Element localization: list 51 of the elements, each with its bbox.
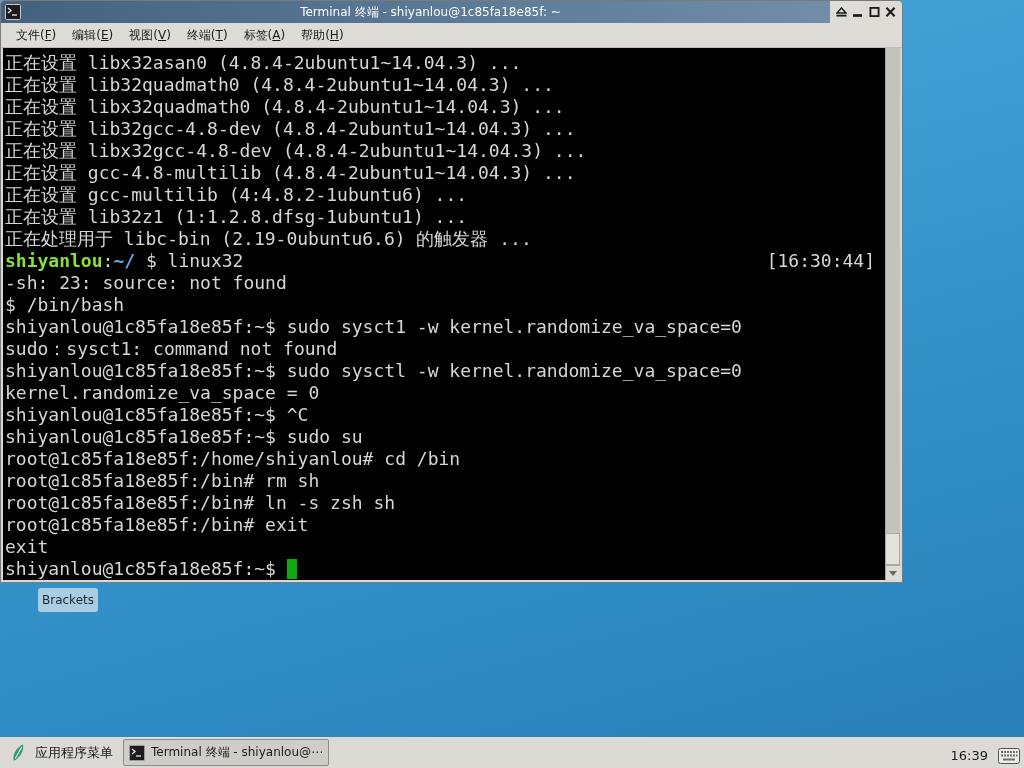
terminal-icon[interactable] xyxy=(5,4,21,20)
terminal-line: $ /bin/bash xyxy=(5,294,125,316)
terminal-line: 正在设置 lib32quadmath0 (4.8.4-2ubuntu1~14.04.3) ... xyxy=(5,74,554,96)
maximize-icon xyxy=(868,7,880,17)
terminal-icon xyxy=(129,744,145,761)
scroll-down-button[interactable] xyxy=(886,565,900,580)
desktop-icon-label[interactable]: Brackets xyxy=(38,588,98,612)
scrollbar-thumb[interactable] xyxy=(886,533,900,565)
terminal-line: root@1c85fa18e85f:/bin# ln -s zsh sh xyxy=(5,492,396,514)
terminal-line: exit xyxy=(5,536,49,558)
down-arrow-icon xyxy=(889,570,897,576)
terminal-line: 正在处理用于 libc-bin (2.19-0ubuntu6.6) 的触发器 ... xyxy=(5,228,532,250)
terminal-line: 正在设置 lib32z1 (1:1.2.8.dfsg-1ubuntu1) ... xyxy=(5,206,468,228)
menu-item[interactable]: 文件(F) xyxy=(8,24,65,46)
terminal-line: 正在设置 lib32gcc-4.8-dev (4.8.4-2ubuntu1~14.04.3) ... xyxy=(5,118,576,140)
scrollbar-track[interactable] xyxy=(885,48,900,580)
terminal-line: shiyanlou@1c85fa18e85f:~$ xyxy=(5,558,276,580)
shade-button[interactable] xyxy=(835,7,847,17)
timestamp: [16:30:44] xyxy=(766,250,875,272)
terminal-line: root@1c85fa18e85f:/home/shiyanlou# cd /bin xyxy=(5,448,461,470)
leaf-icon xyxy=(12,744,25,761)
close-button[interactable] xyxy=(885,7,897,17)
keyboard-icon[interactable] xyxy=(998,747,1020,764)
menu-item[interactable]: 终端(T) xyxy=(178,24,236,46)
eject-icon xyxy=(835,7,847,17)
terminal-line: kernel.randomize_va_space = 0 xyxy=(5,382,320,404)
maximize-button[interactable] xyxy=(868,7,880,17)
menu-item[interactable]: 视图(V) xyxy=(121,24,179,46)
terminal-line: shiyanlou:~/ $ linux32 xyxy=(5,250,244,272)
clock: 16:39 xyxy=(950,748,988,763)
minimize-icon xyxy=(853,14,863,17)
terminal-line: shiyanlou@1c85fa18e85f:~$ sudo sysctl -w kernel.randomize_va_space=0 xyxy=(5,360,742,382)
terminal-line: shiyanlou@1c85fa18e85f:~$ sudo sysct1 -w kernel.randomize_va_space=0 xyxy=(5,316,742,338)
terminal-line: sudo：sysct1: command not found xyxy=(5,338,338,360)
terminal-line: -sh: 23: source: not found xyxy=(5,272,287,294)
terminal-line: root@1c85fa18e85f:/bin# rm sh xyxy=(5,470,320,492)
window-title: Terminal 终端 - shiyanlou@1c85fa18e85f: ~ xyxy=(299,3,562,21)
terminal-line: root@1c85fa18e85f:/bin# exit xyxy=(5,514,309,536)
app-menu-button[interactable]: 应用程序菜单 xyxy=(6,739,119,766)
menu-item[interactable]: 帮助(H) xyxy=(293,24,352,46)
close-icon xyxy=(885,7,897,17)
terminal-line: 正在设置 gcc-4.8-multilib (4.8.4-2ubuntu1~14.04.3) ... xyxy=(5,162,576,184)
taskbar-window-button[interactable]: Terminal 终端 - shiyanlou@⋯ xyxy=(123,739,330,766)
terminal-line: 正在设置 libx32asan0 (4.8.4-2ubuntu1~14.04.3) ... xyxy=(5,52,522,74)
terminal-line: 正在设置 libx32gcc-4.8-dev (4.8.4-2ubuntu1~14.04.3) ... xyxy=(5,140,587,162)
terminal-line: 正在设置 libx32quadmath0 (4.8.4-2ubuntu1~14.04.3) ... xyxy=(5,96,565,118)
terminal-line: shiyanlou@1c85fa18e85f:~$ ^C xyxy=(5,404,309,426)
menu-item[interactable]: 编辑(E) xyxy=(64,24,122,46)
menu-item[interactable]: 标签(A) xyxy=(235,24,294,46)
terminal-line: 正在设置 gcc-multilib (4:4.8.2-1ubuntu6) ... xyxy=(5,184,468,206)
terminal-line: shiyanlou@1c85fa18e85f:~$ sudo su xyxy=(5,426,363,448)
